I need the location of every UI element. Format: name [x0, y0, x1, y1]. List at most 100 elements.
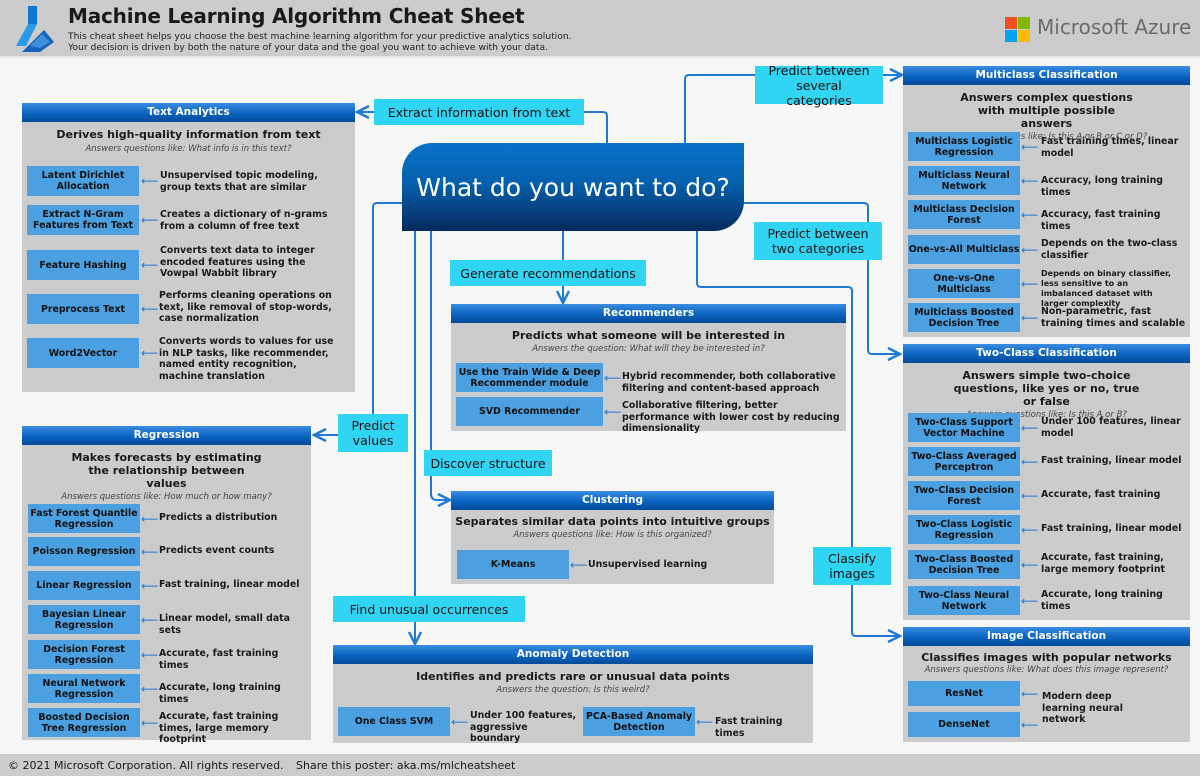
goal-discover-structure[interactable]: Discover structure — [424, 450, 552, 476]
panel-question: Answers the question: What will they be … — [532, 344, 765, 354]
algo-neural-network-regression[interactable]: Neural Network Regression — [28, 674, 140, 703]
algo-note: Converts words to values for use in NLP … — [159, 336, 334, 382]
algo-one-vs-one[interactable]: One-vs-One Multiclass — [908, 269, 1020, 298]
algo-note: Fast training times, linear model — [1041, 136, 1179, 159]
algo-note: Converts text data to integer encoded fe… — [160, 245, 315, 279]
connector-predict-values — [372, 202, 402, 415]
algo-note: Under 100 features, linear model — [1041, 416, 1181, 439]
algo-decision-forest-regression[interactable]: Decision Forest Regression — [28, 640, 140, 669]
algo-two-class-logistic[interactable]: Two-Class Logistic Regression — [908, 515, 1020, 544]
algo-note: Accurate, fast training times — [159, 648, 279, 671]
arrow-left-icon: ⟵ — [141, 258, 159, 272]
algo-extract-ngram[interactable]: Extract N-Gram Features from Text — [27, 205, 139, 235]
algo-multiclass-logistic[interactable]: Multiclass Logistic Regression — [908, 132, 1020, 161]
central-question: What do you want to do? — [402, 143, 744, 231]
arrow-left-icon: ⟵ — [604, 405, 622, 419]
algo-note: Predicts a distribution — [159, 512, 278, 523]
arrow-left-icon: ⟵ — [1021, 311, 1039, 325]
algo-fast-forest-quantile[interactable]: Fast Forest Quantile Regression — [28, 504, 140, 533]
panel-description: Classifies images with popular networks — [921, 651, 1172, 664]
panel-description: Answers complex questions with multiple … — [960, 91, 1133, 130]
panel-title: Clustering — [451, 491, 774, 510]
algo-bayesian-linear[interactable]: Bayesian Linear Regression — [28, 605, 140, 634]
arrow-left-icon: ⟵ — [141, 579, 159, 593]
panel-question: Answers the question: Is this weird? — [496, 685, 650, 695]
algo-two-class-averaged-perceptron[interactable]: Two-Class Averaged Perceptron — [908, 447, 1020, 476]
goal-predict-values[interactable]: Predict values — [338, 414, 408, 452]
algo-note: Accurate, long training times — [1041, 589, 1163, 612]
panel-description: Separates similar data points into intui… — [455, 515, 770, 528]
algo-pca-anomaly[interactable]: PCA-Based Anomaly Detection — [583, 707, 695, 736]
panel-description: Derives high-quality information from te… — [56, 128, 321, 141]
algo-preprocess-text[interactable]: Preprocess Text — [27, 294, 139, 324]
algo-note: Accurate, fast training times, large mem… — [159, 711, 279, 745]
algo-note: Hybrid recommender, both collaborative f… — [622, 371, 836, 394]
arrow-left-icon: ⟵ — [141, 346, 159, 360]
algo-two-class-neural[interactable]: Two-Class Neural Network — [908, 586, 1020, 615]
algo-svd-recommender[interactable]: SVD Recommender — [456, 397, 603, 426]
arrow-left-icon: ⟵ — [1021, 455, 1039, 469]
arrow-left-icon: ⟵ — [1021, 489, 1039, 503]
algo-two-class-svm[interactable]: Two-Class Support Vector Machine — [908, 413, 1020, 442]
panel-question: Answers questions like: How is this orga… — [513, 530, 712, 540]
algo-one-vs-all[interactable]: One-vs-All Multiclass — [908, 235, 1020, 264]
arrow-left-icon: ⟵ — [141, 213, 159, 227]
algo-one-class-svm[interactable]: One Class SVM — [338, 707, 450, 736]
goal-extract-text[interactable]: Extract information from text — [374, 99, 584, 125]
algo-wide-deep-recommender[interactable]: Use the Train Wide & Deep Recommender mo… — [456, 363, 603, 392]
arrow-left-icon: ⟵ — [604, 371, 622, 385]
algo-two-class-decision-forest[interactable]: Two-Class Decision Forest — [908, 481, 1020, 510]
algo-word2vector[interactable]: Word2Vector — [27, 338, 139, 368]
algo-note: Accurate, fast training, large memory fo… — [1041, 552, 1165, 575]
panel-description: Makes forecasts by estimating the relati… — [71, 451, 262, 490]
algo-k-means[interactable]: K-Means — [457, 550, 569, 579]
connector-classify-images-arrow — [851, 584, 900, 636]
arrow-left-icon: ⟵ — [141, 302, 159, 316]
algo-poisson-regression[interactable]: Poisson Regression — [28, 537, 140, 566]
algo-note: Fast training times — [715, 716, 783, 739]
panel-description: Identifies and predicts rare or unusual … — [416, 670, 730, 683]
algo-note: Unsupervised learning — [588, 559, 708, 570]
algo-note: Creates a dictionary of n-grams from a c… — [160, 209, 328, 232]
algo-note: Accurate, fast training — [1041, 489, 1161, 500]
panel-title: Anomaly Detection — [333, 645, 813, 664]
algo-resnet[interactable]: ResNet — [908, 681, 1020, 706]
algo-note: Accuracy, fast training times — [1041, 209, 1161, 232]
algo-linear-regression[interactable]: Linear Regression — [28, 571, 140, 600]
algo-note: Accurate, long training times — [159, 682, 281, 705]
panel-title: Image Classification — [903, 627, 1190, 646]
algo-multiclass-boosted[interactable]: Multiclass Boosted Decision Tree — [908, 303, 1020, 332]
algo-two-class-boosted[interactable]: Two-Class Boosted Decision Tree — [908, 550, 1020, 579]
algo-note: Under 100 features, aggressive boundary — [470, 710, 577, 744]
algo-note: Collaborative filtering, better performa… — [622, 400, 840, 434]
header: Machine Learning Algorithm Cheat Sheet T… — [0, 0, 1200, 58]
subtitle-line: Your decision is driven by both the natu… — [68, 42, 549, 53]
algo-note: Fast training, linear model — [1041, 523, 1182, 534]
algo-feature-hashing[interactable]: Feature Hashing — [27, 250, 139, 280]
arrow-left-icon: ⟵ — [141, 512, 159, 526]
panel-question: Answers questions like: What does this i… — [924, 665, 1169, 675]
algo-note: Non-parametric, fast training times and … — [1041, 306, 1186, 329]
arrow-left-icon: ⟵ — [141, 716, 159, 730]
algo-note: Linear model, small data sets — [159, 613, 290, 636]
share-link[interactable]: Share this poster: aka.ms/mlcheatsheet — [296, 759, 515, 772]
goal-several-categories[interactable]: Predict between several categories — [755, 63, 883, 108]
algo-latent-dirichlet[interactable]: Latent Dirichlet Allocation — [27, 166, 139, 196]
algo-densenet[interactable]: DenseNet — [908, 712, 1020, 737]
arrow-left-icon: ⟵ — [451, 715, 469, 729]
algo-note: Depends on the two-class classifier — [1041, 238, 1178, 261]
goal-find-unusual[interactable]: Find unusual occurrences — [333, 596, 525, 622]
algo-multiclass-decision-forest[interactable]: Multiclass Decision Forest — [908, 200, 1020, 229]
panel-title: Recommenders — [451, 304, 846, 323]
arrow-left-icon: ⟵ — [141, 545, 159, 559]
brand-name: Microsoft Azure — [1037, 15, 1192, 39]
algo-boosted-decision-tree-regression[interactable]: Boosted Decision Tree Regression — [28, 708, 140, 737]
arrow-left-icon: ⟵ — [1021, 277, 1039, 291]
goal-two-categories[interactable]: Predict between two categories — [754, 222, 882, 260]
algo-note: Fast training, linear model — [1041, 455, 1182, 466]
goal-recommendations[interactable]: Generate recommendations — [450, 260, 646, 286]
azure-ml-logo-icon — [16, 6, 54, 52]
algo-note: Predicts event counts — [159, 545, 275, 556]
goal-classify-images[interactable]: Classify images — [813, 547, 891, 585]
algo-multiclass-neural[interactable]: Multiclass Neural Network — [908, 166, 1020, 195]
